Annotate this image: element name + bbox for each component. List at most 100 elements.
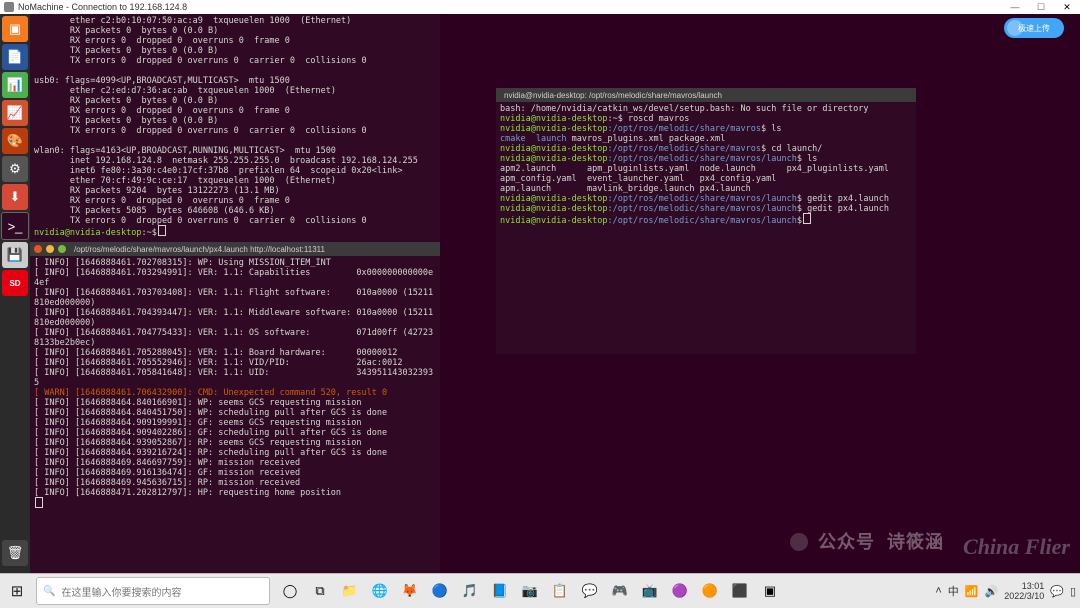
command-text: ls <box>766 124 781 134</box>
taskview-button[interactable]: ⧉ <box>306 577 334 605</box>
command-text: roscd mavros <box>623 114 690 124</box>
calc-icon: 📊 <box>7 77 23 93</box>
system-tray: ˄ 中 📶 🔊 13:01 2022/3/10 💬 ▯ <box>935 581 1076 601</box>
launcher-files[interactable]: ▣ <box>2 16 28 42</box>
app-8[interactable]: 💬 <box>576 577 604 605</box>
command-text: gedit px4.launch <box>802 204 889 214</box>
nomachine-icon <box>4 2 14 12</box>
command-text: gedit px4.launch <box>802 194 889 204</box>
app-13[interactable]: ⬛ <box>726 577 754 605</box>
app-1[interactable]: 🌐 <box>366 577 394 605</box>
nomachine-titlebar: NoMachine - Connection to 192.168.124.8 … <box>0 0 1080 15</box>
prompt-user: nvidia@nvidia-desktop <box>500 154 607 164</box>
window-maximize-icon[interactable] <box>58 245 66 253</box>
ubuntu-launcher: ▣ 📄 📊 📈 🎨 ⚙ ⬇ >_ 💾 SD 🗑 <box>0 14 30 574</box>
launcher-trash[interactable]: 🗑 <box>2 540 28 566</box>
ime-button[interactable]: 中 <box>948 583 959 599</box>
clock-date: 2022/3/10 <box>1004 591 1044 601</box>
launcher-terminal[interactable]: >_ <box>1 212 29 240</box>
launcher-impress[interactable]: 📈 <box>2 100 28 126</box>
ls-dir: cmake <box>500 134 526 144</box>
launcher-software[interactable]: ⬇ <box>2 184 28 210</box>
terminal-ros-title: /opt/ros/melodic/share/mavros/launch/px4… <box>74 245 325 254</box>
search-icon: 🔍 <box>43 586 55 597</box>
close-button[interactable]: ✕ <box>1054 0 1080 14</box>
search-box[interactable]: 🔍 在这里输入你要搜索的内容 <box>36 577 270 605</box>
ls-file: mavros_plugins.xml package.xml <box>567 134 726 144</box>
cursor-icon <box>159 226 165 235</box>
app-4[interactable]: 🎵 <box>456 577 484 605</box>
terminal-ros-output-2: [ INFO] [1646888464.840166901]: WP: seem… <box>34 398 436 498</box>
terminal-ros[interactable]: [ INFO] [1646888461.702708315]: WP: Usin… <box>30 256 440 574</box>
launcher-writer[interactable]: 📄 <box>2 44 28 70</box>
launcher-sdcard[interactable]: SD <box>2 270 28 296</box>
command-text: ls <box>802 154 817 164</box>
app-9[interactable]: 🎮 <box>606 577 634 605</box>
tray-expand-button[interactable]: ˄ <box>935 585 941 597</box>
terminal-ros-titlebar[interactable]: /opt/ros/melodic/share/mavros/launch/px4… <box>30 242 440 256</box>
app-2[interactable]: 🦊 <box>396 577 424 605</box>
prompt-cwd: :/opt/ros/melodic/share/mavros/launch <box>607 216 796 226</box>
draw-icon: 🎨 <box>7 133 23 149</box>
clock[interactable]: 13:01 2022/3/10 <box>1004 581 1044 601</box>
prompt-cwd: :/opt/ros/melodic/share/mavros/launch <box>607 154 796 164</box>
terminal-mavros-titlebar[interactable]: nvidia@nvidia-desktop: /opt/ros/melodic/… <box>496 88 916 102</box>
upload-label: 极速上传 <box>1018 23 1050 34</box>
watermark-wx-name: 诗筱涵 <box>887 532 944 552</box>
sd-icon: SD <box>9 279 20 288</box>
terminal-ros-output-1: [ INFO] [1646888461.702708315]: WP: Usin… <box>34 258 436 388</box>
launcher-draw[interactable]: 🎨 <box>2 128 28 154</box>
app-14[interactable]: ▣ <box>756 577 784 605</box>
taskbar-pinned: ◯ ⧉ 📁 🌐 🦊 🔵 🎵 📘 📷 📋 💬 🎮 📺 🟣 🟠 ⬛ ▣ <box>276 577 784 605</box>
wechat-icon <box>790 533 808 551</box>
impress-icon: 📈 <box>7 105 23 121</box>
cursor-icon <box>804 214 810 223</box>
window-minimize-icon[interactable] <box>46 245 54 253</box>
prompt-user: nvidia@nvidia-desktop <box>34 228 141 238</box>
prompt-symbol: $ <box>797 216 802 226</box>
bash-error-line: bash: /home/nvidia/catkin_ws/devel/setup… <box>500 104 912 114</box>
writer-icon: 📄 <box>7 49 23 65</box>
terminal-ifconfig-output: ether c2:b0:10:07:50:ac:a9 txqueuelen 10… <box>34 16 436 226</box>
terminal-ifconfig[interactable]: ether c2:b0:10:07:50:ac:a9 txqueuelen 10… <box>30 14 440 242</box>
trash-icon: 🗑 <box>7 545 24 561</box>
watermark-chinaflier: China Flier <box>963 534 1070 560</box>
app-6[interactable]: 📷 <box>516 577 544 605</box>
prompt-cwd: :/opt/ros/melodic/share/mavros <box>607 124 761 134</box>
show-desktop-button[interactable]: ▯ <box>1070 585 1076 598</box>
app-7[interactable]: 📋 <box>546 577 574 605</box>
launcher-settings[interactable]: ⚙ <box>2 156 28 182</box>
prompt-user: nvidia@nvidia-desktop <box>500 216 607 226</box>
app-12[interactable]: 🟠 <box>696 577 724 605</box>
app-10[interactable]: 📺 <box>636 577 664 605</box>
action-center-button[interactable]: 💬 <box>1050 585 1064 598</box>
windows-icon: ⊞ <box>11 582 24 600</box>
prompt-cwd: :/opt/ros/melodic/share/mavros <box>607 144 761 154</box>
window-close-icon[interactable] <box>34 245 42 253</box>
cortana-button[interactable]: ◯ <box>276 577 304 605</box>
prompt-symbol: :~$ <box>141 228 156 238</box>
terminal-mavros-title: nvidia@nvidia-desktop: /opt/ros/melodic/… <box>504 91 722 100</box>
minimize-button[interactable]: — <box>1002 0 1028 14</box>
launcher-calc[interactable]: 📊 <box>2 72 28 98</box>
prompt-user: nvidia@nvidia-desktop <box>500 114 607 124</box>
cursor-icon <box>36 498 42 507</box>
app-3[interactable]: 🔵 <box>426 577 454 605</box>
network-icon[interactable]: 📶 <box>965 585 979 598</box>
maximize-button[interactable]: ☐ <box>1028 0 1054 14</box>
terminal-ros-warn: [ WARN] [1646888461.706432900]: CMD: Une… <box>34 388 436 398</box>
volume-icon[interactable]: 🔊 <box>984 585 998 598</box>
terminal-mavros[interactable]: bash: /home/nvidia/catkin_ws/devel/setup… <box>496 102 916 354</box>
explorer-button[interactable]: 📁 <box>336 577 364 605</box>
ls-output: apm2.launch apm_pluginlists.yaml node.la… <box>500 164 912 194</box>
start-button[interactable]: ⊞ <box>0 574 34 608</box>
prompt-user: nvidia@nvidia-desktop <box>500 124 607 134</box>
app-11[interactable]: 🟣 <box>666 577 694 605</box>
app-5[interactable]: 📘 <box>486 577 514 605</box>
remote-desktop: 极速上传 ▣ 📄 📊 📈 🎨 ⚙ ⬇ >_ 💾 SD 🗑 ether c2:b0… <box>0 14 1080 574</box>
prompt-user: nvidia@nvidia-desktop <box>500 204 607 214</box>
search-placeholder: 在这里输入你要搜索的内容 <box>61 584 181 599</box>
upload-badge[interactable]: 极速上传 <box>1004 18 1064 38</box>
settings-icon: ⚙ <box>9 161 21 177</box>
launcher-disk[interactable]: 💾 <box>2 242 28 268</box>
